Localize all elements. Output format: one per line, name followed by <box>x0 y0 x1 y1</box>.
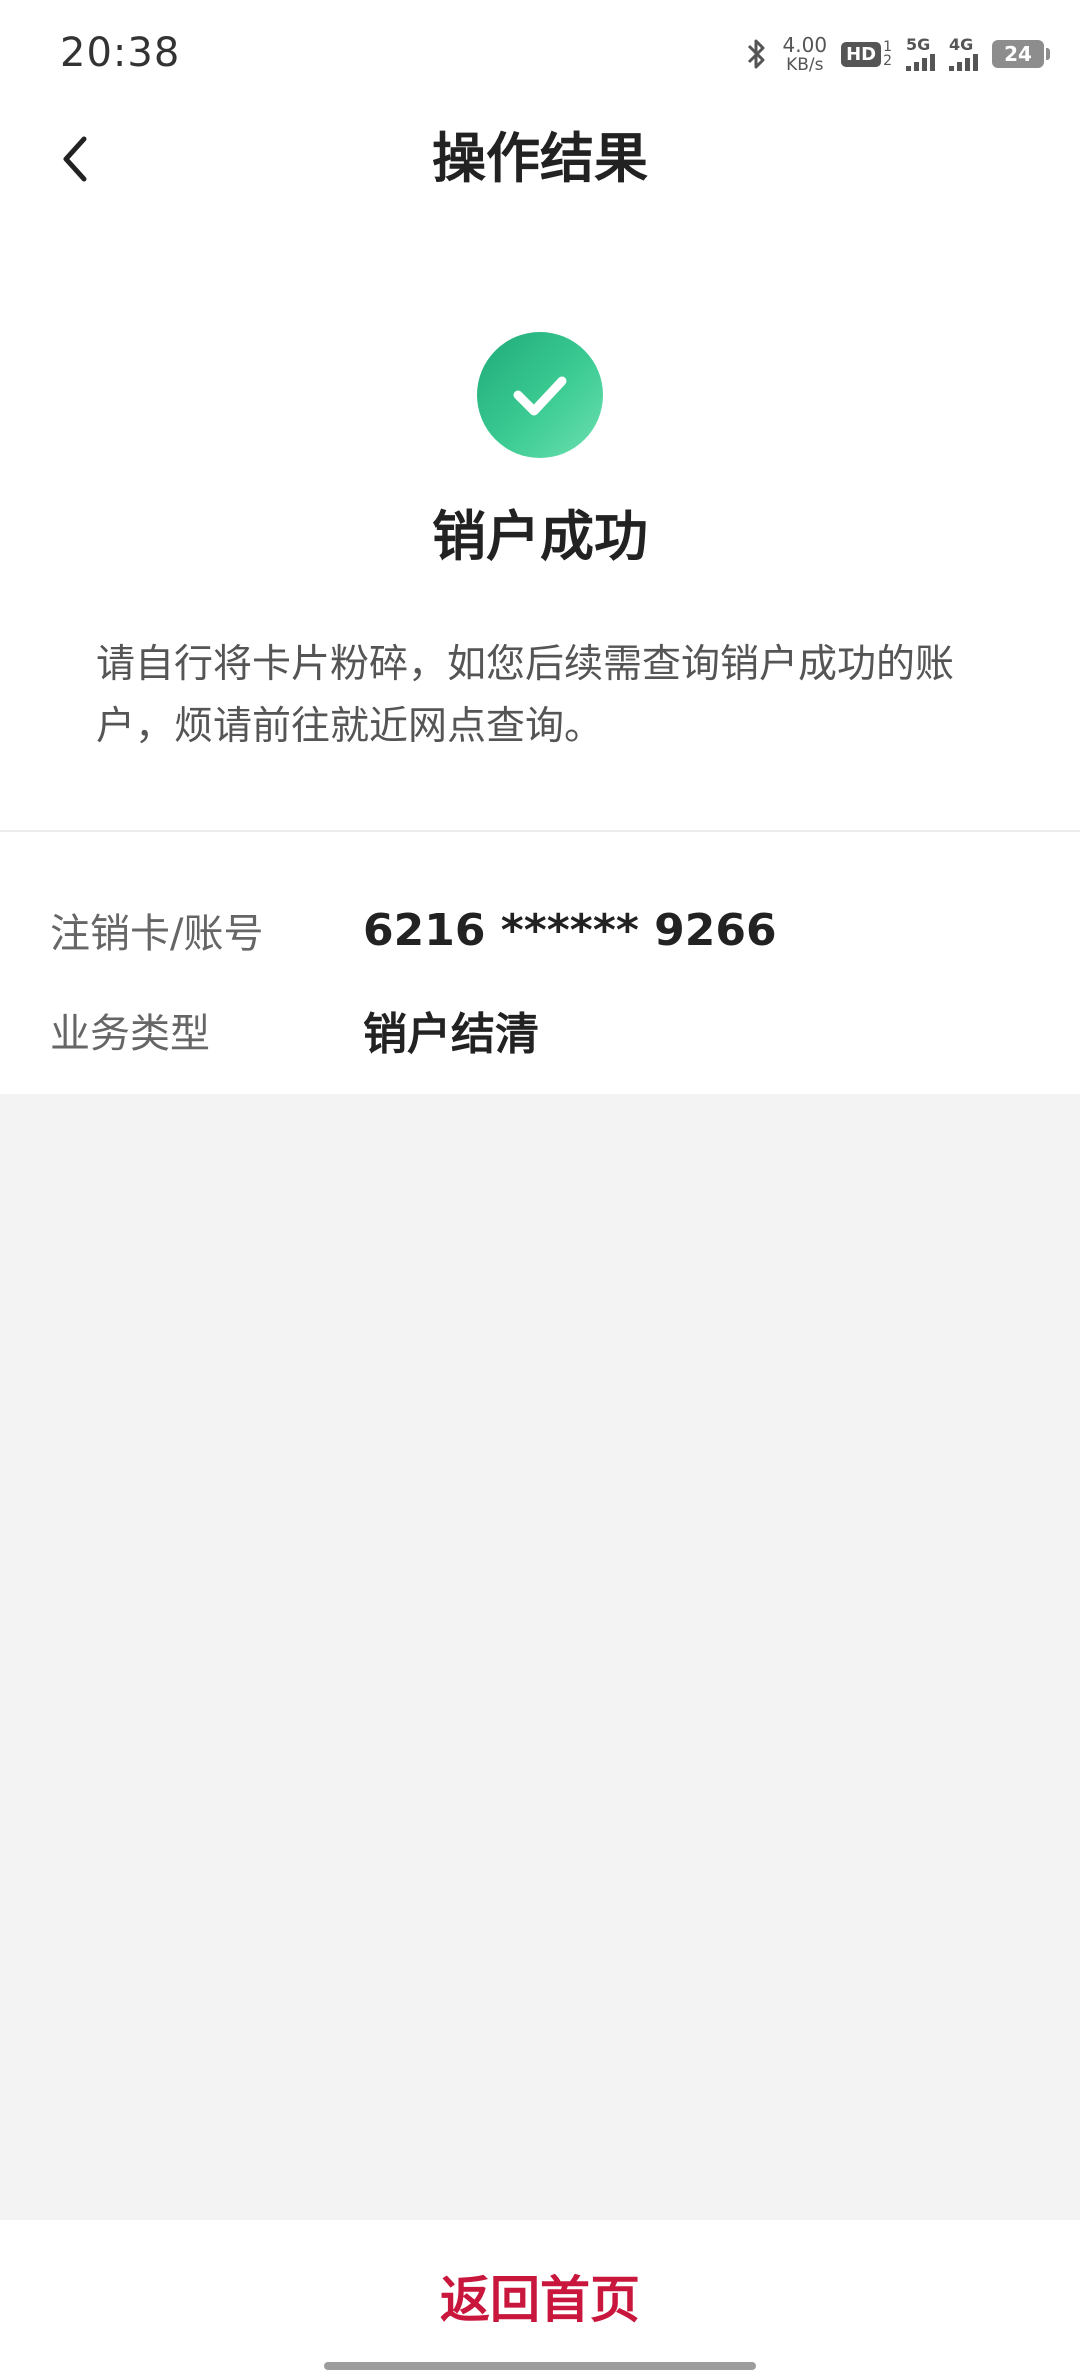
check-circle-icon <box>477 332 603 458</box>
account-label: 注销卡/账号 <box>50 911 264 957</box>
status-time: 20:38 <box>60 30 181 76</box>
network-speed-unit: KB/s <box>786 54 824 75</box>
hd-label: HD <box>841 41 882 67</box>
status-icons: 4.00 KB/s HD 1 2 5G 4G 24 <box>745 30 1050 78</box>
battery-level: 24 <box>1004 42 1032 66</box>
screen: 20:38 4.00 KB/s HD 1 2 5G 4G 24 操作结果 销户成… <box>0 0 1080 2376</box>
info-row-account: 注销卡/账号 6216 ****** 9266 <box>0 880 1080 980</box>
page-title: 操作结果 <box>432 127 648 190</box>
checkmark-icon <box>513 376 567 416</box>
result-title: 销户成功 <box>432 505 648 568</box>
bottom-bar: 返回首页 <box>0 2220 1080 2376</box>
hd-voice-icon: HD 1 2 <box>841 40 892 68</box>
business-type-label: 业务类型 <box>50 1011 210 1057</box>
signal-4g-icon: 4G <box>949 37 978 71</box>
hd-sub-bottom: 2 <box>883 53 892 69</box>
status-bar: 20:38 4.00 KB/s HD 1 2 5G 4G 24 <box>0 0 1080 110</box>
hd-sub-top: 1 <box>883 39 892 55</box>
return-home-button[interactable]: 返回首页 <box>0 2260 1080 2332</box>
business-type-value: 销户结清 <box>363 1009 539 1060</box>
signal-5g-label: 5G <box>906 35 931 54</box>
battery-icon: 24 <box>992 40 1050 68</box>
network-speed: 4.00 KB/s <box>783 35 828 74</box>
network-speed-value: 4.00 <box>782 32 828 57</box>
nav-bar: 操作结果 <box>0 110 1080 210</box>
info-section: 注销卡/账号 6216 ****** 9266 业务类型 销户结清 <box>0 832 1080 1094</box>
account-value: 6216 ****** 9266 <box>363 904 777 956</box>
result-description: 请自行将卡片粉碎，如您后续需查询销户成功的账户，烦请前往就近网点查询。 <box>96 642 955 749</box>
home-indicator[interactable] <box>324 2362 756 2370</box>
signal-4g-label: 4G <box>949 35 974 54</box>
signal-5g-icon: 5G <box>906 37 935 71</box>
info-row-business-type: 业务类型 销户结清 <box>0 980 1080 1080</box>
bluetooth-icon <box>745 37 769 71</box>
result-section: 销户成功 请自行将卡片粉碎，如您后续需查询销户成功的账户，烦请前往就近网点查询。 <box>0 210 1080 830</box>
